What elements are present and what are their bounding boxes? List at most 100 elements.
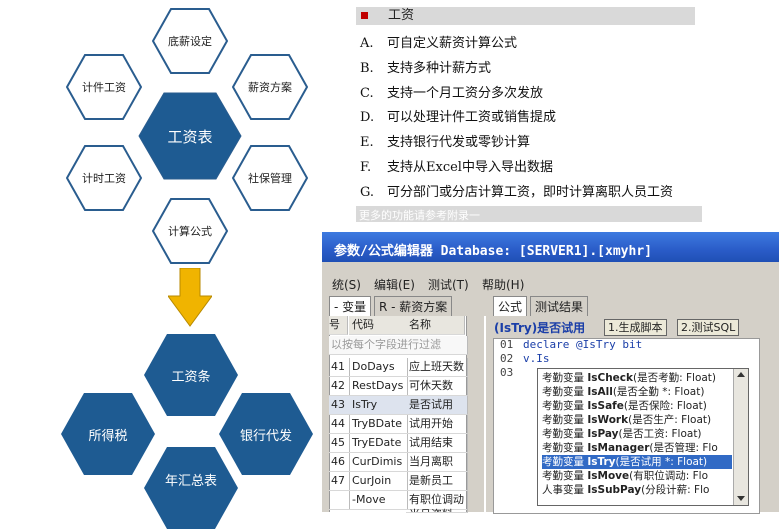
feature-title: 工资: [388, 8, 415, 23]
feature-key: E.: [360, 135, 374, 150]
autocomplete-item[interactable]: 考勤变量 IsWork(是否生产: Float): [542, 413, 732, 427]
titlebar-gap: [322, 262, 779, 274]
feature-item: D. 可以处理计件工资或销售提成: [360, 106, 556, 125]
feature-text: 可以处理计件工资或销售提成: [387, 110, 557, 125]
table-row-no-selected: 43: [329, 396, 350, 415]
line-number: 02: [500, 352, 514, 365]
window-title: 参数/公式编辑器 Database: [SERVER1].[xmyhr]: [334, 244, 652, 259]
feature-footer: 更多的功能请参考附录一: [359, 209, 480, 222]
menu-edit[interactable]: 编辑(E): [374, 276, 415, 293]
feature-text: 支持一个月工资分多次发放: [387, 86, 544, 101]
hex-payroll-center: 工资表: [138, 92, 242, 180]
tab-formula[interactable]: 公式: [493, 296, 528, 316]
table-row-code[interactable]: CurDimis: [349, 453, 408, 472]
grid-header-code[interactable]: 代码: [349, 316, 408, 335]
table-row-code[interactable]: RestDays: [349, 377, 408, 396]
hex-label: 底薪设定: [168, 35, 212, 48]
menu-bar: 统(S) 编辑(E) 测试(T) 帮助(H): [322, 274, 779, 292]
tab-salary-scheme[interactable]: R - 薪资方案: [374, 296, 453, 316]
scroll-down-icon[interactable]: [737, 496, 745, 501]
menu-test[interactable]: 测试(T): [428, 276, 469, 293]
feature-item: F. 支持从Excel中导入导出数据: [360, 156, 553, 175]
grid-filter-row[interactable]: 以按每个字段进行过滤: [329, 336, 468, 355]
hex-income-tax: 所得税: [60, 392, 156, 476]
table-row-no: 45: [329, 434, 350, 453]
grid-header-no[interactable]: 号: [329, 316, 348, 335]
hex-piece-wage: 计件工资: [66, 54, 142, 120]
hex-annual-summary: 年汇总表: [143, 446, 239, 529]
hex-base-salary: 底薪设定: [152, 8, 228, 74]
feature-item: B. 支持多种计薪方式: [360, 57, 491, 76]
hex-time-wage: 计时工资: [66, 145, 142, 211]
menu-system[interactable]: 统(S): [332, 276, 361, 293]
table-row-code[interactable]: DoDays: [349, 358, 408, 377]
feature-key: C.: [360, 86, 374, 101]
grid-scrollbar[interactable]: [466, 316, 484, 512]
hex-social-security: 社保管理: [232, 145, 308, 211]
feature-item: G. 可分部门或分店计算工资，即时计算离职人员工资: [360, 181, 673, 200]
feature-item: E. 支持银行代发或零钞计算: [360, 131, 530, 150]
table-row-name[interactable]: 应上班天数: [406, 358, 468, 377]
formula-label: (IsTry)是否试用: [494, 321, 586, 335]
feature-text: 支持多种计薪方式: [387, 61, 492, 76]
table-row-name[interactable]: 试用开始: [406, 415, 468, 434]
table-row-name-selected[interactable]: 是否试用: [406, 396, 468, 415]
hex-label: 计算公式: [168, 225, 212, 238]
table-row-code[interactable]: CurJoin: [349, 472, 408, 491]
hex-label: 所得税: [88, 428, 128, 444]
feature-item: C. 支持一个月工资分多次发放: [360, 82, 543, 101]
tab-variables[interactable]: - 变量: [329, 296, 372, 316]
hex-center-label: 工资表: [167, 127, 213, 146]
feature-key: D.: [360, 110, 375, 125]
code-line[interactable]: v.Is: [523, 352, 550, 365]
autocomplete-item[interactable]: 人事变量 IsSubPay(分段计薪: Flo: [542, 483, 732, 497]
generate-script-button[interactable]: 1.生成脚本: [604, 319, 667, 336]
table-row-no: 42: [329, 377, 350, 396]
hex-formula: 计算公式: [152, 198, 228, 264]
feature-key: F.: [360, 160, 372, 175]
autocomplete-item[interactable]: 考勤变量 IsSafe(是否保险: Float): [542, 399, 732, 413]
hex-label: 计件工资: [82, 81, 126, 94]
tab-test-results[interactable]: 测试结果: [530, 296, 589, 316]
table-row-no: 44: [329, 415, 350, 434]
autocomplete-popup: 考勤变量 IsCheck(是否考勤: Float) 考勤变量 IsAll(是否全…: [537, 368, 749, 506]
autocomplete-item[interactable]: 考勤变量 IsCheck(是否考勤: Float): [542, 371, 732, 385]
window-titlebar: 参数/公式编辑器 Database: [SERVER1].[xmyhr]: [322, 232, 779, 262]
hex-salary-scheme: 薪资方案: [232, 54, 308, 120]
autocomplete-item[interactable]: 考勤变量 IsMove(有职位调动: Flo: [542, 469, 732, 483]
feature-text: 可分部门或分店计算工资，即时计算离职人员工资: [387, 185, 674, 200]
table-row-name[interactable]: 可休天数: [406, 377, 468, 396]
autocomplete-scrollbar[interactable]: [733, 369, 748, 505]
line-number: 01: [500, 338, 514, 351]
feature-text: 支持从Excel中导入导出数据: [387, 160, 553, 175]
feature-key: A.: [360, 36, 374, 51]
feature-key: G.: [360, 185, 375, 200]
autocomplete-item-selected[interactable]: 考勤变量 IsTry(是否试用 *: Float): [542, 455, 732, 469]
table-row-name[interactable]: 试用结束: [406, 434, 468, 453]
down-arrow-icon: [167, 267, 213, 328]
table-row-code[interactable]: TryBDate: [349, 415, 408, 434]
test-sql-button[interactable]: 2.测试SQL: [677, 319, 740, 336]
code-line[interactable]: declare @IsTry bit: [523, 338, 642, 351]
table-row-name[interactable]: 当月离职: [406, 453, 468, 472]
table-row-code[interactable]: TryEDate: [349, 434, 408, 453]
table-row-code-selected[interactable]: IsTry: [349, 396, 408, 415]
hex-label: 社保管理: [248, 172, 292, 185]
table-row-no: 46: [329, 453, 350, 472]
autocomplete-item[interactable]: 考勤变量 IsManager(是否管理: Flo: [542, 441, 732, 455]
scroll-up-icon[interactable]: [737, 372, 745, 377]
table-row-name[interactable]: 是新员工: [406, 472, 468, 491]
autocomplete-item[interactable]: 考勤变量 IsAll(是否全勤 *: Float): [542, 385, 732, 399]
autocomplete-item[interactable]: 考勤变量 IsPay(是否工资: Float): [542, 427, 732, 441]
table-row-no: 47: [329, 472, 350, 491]
feature-text: 支持银行代发或零钞计算: [387, 135, 531, 150]
feature-item: A. 可自定义薪资计算公式: [360, 32, 517, 51]
grid-header-name[interactable]: 名称: [406, 316, 465, 335]
table-row-no: [329, 491, 350, 510]
hex-label: 年汇总表: [164, 473, 217, 489]
menu-help[interactable]: 帮助(H): [482, 276, 524, 293]
hex-label: 计时工资: [82, 172, 126, 185]
feature-key: B.: [360, 61, 374, 76]
bullet-icon: [361, 12, 368, 19]
table-row-code[interactable]: -Move: [349, 491, 408, 510]
